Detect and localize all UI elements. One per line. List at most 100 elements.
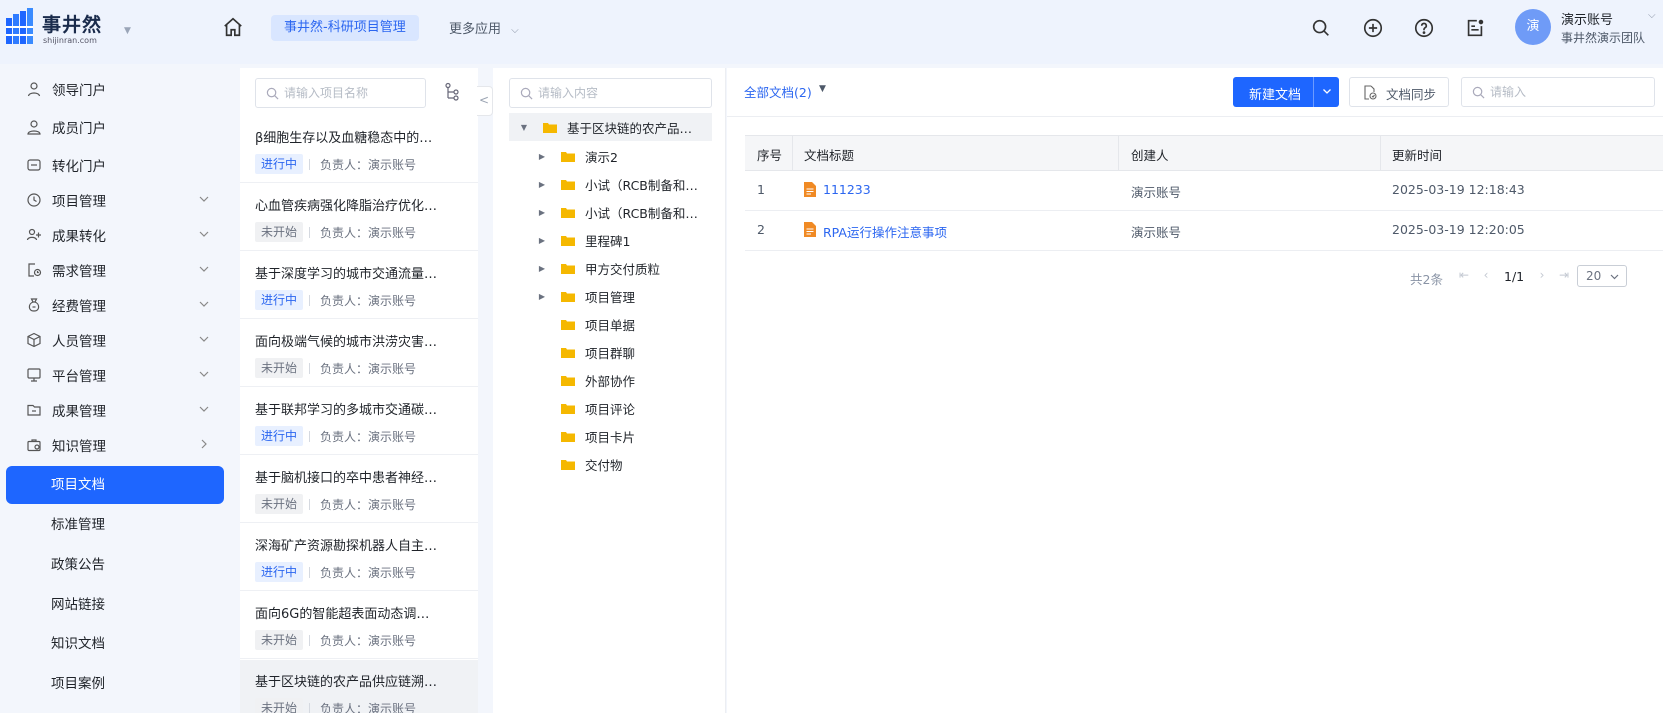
sidebar-item-member-portal[interactable]: 成员门户 <box>6 108 224 146</box>
transform-icon <box>27 159 41 171</box>
sidebar-item-funding-management[interactable]: 经费管理 <box>6 286 224 324</box>
sidebar-item-label: 经费管理 <box>52 299 106 315</box>
sidebar-item-label: 成果转化 <box>52 229 106 245</box>
tree-node[interactable]: 外部协作 <box>561 366 635 394</box>
project-owner: 负责人：演示账号 <box>320 226 417 240</box>
sync-documents-button[interactable]: 文档同步 <box>1349 77 1449 107</box>
sidebar-item-demand-management[interactable]: 需求管理 <box>6 251 224 289</box>
sidebar-item-achievement-management[interactable]: 成果管理 <box>6 391 224 429</box>
project-search-input[interactable] <box>284 84 420 102</box>
status-badge: 未开始 <box>255 358 304 378</box>
document-file-icon <box>804 222 816 237</box>
last-page-icon[interactable]: ⇥ <box>1557 268 1571 282</box>
project-title: 面向6G的智能超表面动态调… <box>255 607 430 622</box>
tree-node[interactable]: 项目卡片 <box>561 422 635 450</box>
sidebar-subitem-knowledge-docs[interactable]: 知识文档 <box>6 625 224 663</box>
tree-node[interactable]: ▶ 里程碑1 <box>537 226 631 254</box>
project-list-item[interactable]: 基于脑机接口的卒中患者神经… 未开始 负责人：演示账号 <box>240 456 478 523</box>
project-title: 基于深度学习的城市交通流量… <box>255 267 438 282</box>
notification-doc-icon[interactable] <box>1464 17 1486 39</box>
first-page-icon[interactable]: ⇤ <box>1457 268 1471 282</box>
collapse-panel-button[interactable]: < <box>477 86 493 116</box>
sidebar-item-transfer-portal[interactable]: 转化门户 <box>6 146 224 184</box>
project-list-item[interactable]: 面向极端气候的城市洪涝灾害… 未开始 负责人：演示账号 <box>240 320 478 387</box>
tree-node[interactable]: ▶ 项目管理 <box>537 282 635 310</box>
home-icon[interactable] <box>222 16 244 38</box>
tree-structure-icon[interactable] <box>443 82 461 102</box>
table-row[interactable]: 1 111233 演示账号 2025-03-19 12:18:43 <box>745 171 1663 211</box>
tree-node[interactable]: ▶ 演示2 <box>537 142 618 170</box>
avatar[interactable]: 演 <box>1515 9 1551 45</box>
sidebar: 领导门户 成员门户 转化门户 项目管理 成果转化 需求管理 经费管理 人员管理 … <box>0 64 234 713</box>
new-document-button[interactable]: 新建文档 <box>1233 77 1339 107</box>
tree-node[interactable]: ▶ 甲方交付质粒 <box>537 254 660 282</box>
doc-clock-icon <box>28 263 42 277</box>
project-list-item[interactable]: 深海矿产资源勘探机器人自主… 进行中 负责人：演示账号 <box>240 524 478 591</box>
column-resizer[interactable] <box>1118 136 1119 170</box>
project-list-item[interactable]: 基于联邦学习的多城市交通碳… 进行中 负责人：演示账号 <box>240 388 478 455</box>
prev-page-icon[interactable]: ‹ <box>1479 268 1493 282</box>
divider <box>309 567 310 578</box>
document-title-link[interactable]: RPA运行操作注意事项 <box>823 222 947 241</box>
project-list-item[interactable]: β细胞生存以及血糖稳态中的… 进行中 负责人：演示账号 <box>240 116 478 183</box>
caret-right-icon: ▶ <box>538 179 546 189</box>
project-search-field[interactable] <box>255 78 426 108</box>
column-header-title[interactable]: 文档标题 <box>804 145 854 164</box>
column-header-creator[interactable]: 创建人 <box>1131 145 1169 164</box>
tree-node[interactable]: 项目单据 <box>561 310 635 338</box>
user-name[interactable]: 演示账号 <box>1561 9 1613 28</box>
tree-node[interactable]: 项目群聊 <box>561 338 635 366</box>
sidebar-item-achievement-transfer[interactable]: 成果转化 <box>6 216 224 254</box>
sidebar-item-label: 项目管理 <box>52 194 106 210</box>
project-owner: 负责人：演示账号 <box>320 362 417 376</box>
document-filter-dropdown[interactable]: 全部文档(2) <box>744 82 812 101</box>
document-search-field[interactable] <box>1461 77 1655 107</box>
project-list-item[interactable]: 基于深度学习的城市交通流量… 进行中 负责人：演示账号 <box>240 252 478 319</box>
page-size-select[interactable]: 20 <box>1577 265 1627 287</box>
tree-search-input[interactable] <box>538 84 708 102</box>
chevron-down-icon[interactable] <box>1322 86 1332 96</box>
caret-down-icon[interactable]: ▼ <box>819 84 826 94</box>
tree-node[interactable]: 交付物 <box>561 450 623 478</box>
search-icon <box>1472 86 1485 99</box>
add-circle-icon[interactable] <box>1362 17 1384 39</box>
tree-node[interactable]: 项目评论 <box>561 394 635 422</box>
project-title: 面向极端气候的城市洪涝灾害… <box>255 335 438 350</box>
column-resizer[interactable] <box>792 136 793 170</box>
tree-node[interactable]: ▶ 小试（RCB制备和… <box>537 198 698 226</box>
project-owner: 负责人：演示账号 <box>320 702 417 713</box>
chevron-down-icon[interactable]: ⌵ <box>1648 10 1656 21</box>
document-title-link[interactable]: 111233 <box>823 182 871 197</box>
sidebar-item-project-management[interactable]: 项目管理 <box>6 181 224 219</box>
table-row[interactable]: 2 RPA运行操作注意事项 演示账号 2025-03-19 12:20:05 <box>745 211 1663 251</box>
tree-node[interactable]: ▶ 小试（RCB制备和… <box>537 170 698 198</box>
current-app-tab[interactable]: 事井然-科研项目管理 <box>271 15 419 41</box>
column-header-updated[interactable]: 更新时间 <box>1392 145 1442 164</box>
search-icon <box>520 87 533 100</box>
sidebar-subitem-project-docs[interactable]: 项目文档 <box>6 466 224 504</box>
sidebar-item-leader-portal[interactable]: 领导门户 <box>6 70 224 108</box>
project-list-item[interactable]: 心血管疾病强化降脂治疗优化… 未开始 负责人：演示账号 <box>240 184 478 251</box>
more-apps-menu[interactable]: 更多应用 ⌵ <box>449 18 519 37</box>
next-page-icon[interactable]: › <box>1535 268 1549 282</box>
divider <box>1313 77 1314 107</box>
project-list-item-selected[interactable]: 基于区块链的农产品供应链溯… 未开始 负责人：演示账号 <box>240 660 478 713</box>
search-icon[interactable] <box>1310 17 1332 39</box>
project-list-item[interactable]: 面向6G的智能超表面动态调… 未开始 负责人：演示账号 <box>240 592 478 659</box>
brand-logo[interactable]: 事井然 shijinran.com ▼ <box>6 8 131 48</box>
sidebar-subitem-standards[interactable]: 标准管理 <box>6 506 224 544</box>
sidebar-item-label: 领导门户 <box>52 83 106 99</box>
sidebar-item-platform-management[interactable]: 平台管理 <box>6 356 224 394</box>
sidebar-subitem-policy-notices[interactable]: 政策公告 <box>6 546 224 584</box>
sidebar-item-personnel-management[interactable]: 人员管理 <box>6 321 224 359</box>
tree-node-label: 项目评论 <box>585 401 636 417</box>
sidebar-item-knowledge-management[interactable]: 知识管理 <box>6 426 224 464</box>
tree-root-node[interactable]: ▼ 基于区块链的农产品… <box>509 113 712 141</box>
sidebar-subitem-project-cases[interactable]: 项目案例 <box>6 665 224 703</box>
document-search-input[interactable] <box>1490 83 1640 101</box>
help-icon[interactable] <box>1413 17 1435 39</box>
column-resizer[interactable] <box>1380 136 1381 170</box>
sidebar-subitem-website-links[interactable]: 网站链接 <box>6 586 224 624</box>
caret-down-icon[interactable]: ▼ <box>124 26 131 36</box>
tree-search-field[interactable] <box>509 78 712 108</box>
